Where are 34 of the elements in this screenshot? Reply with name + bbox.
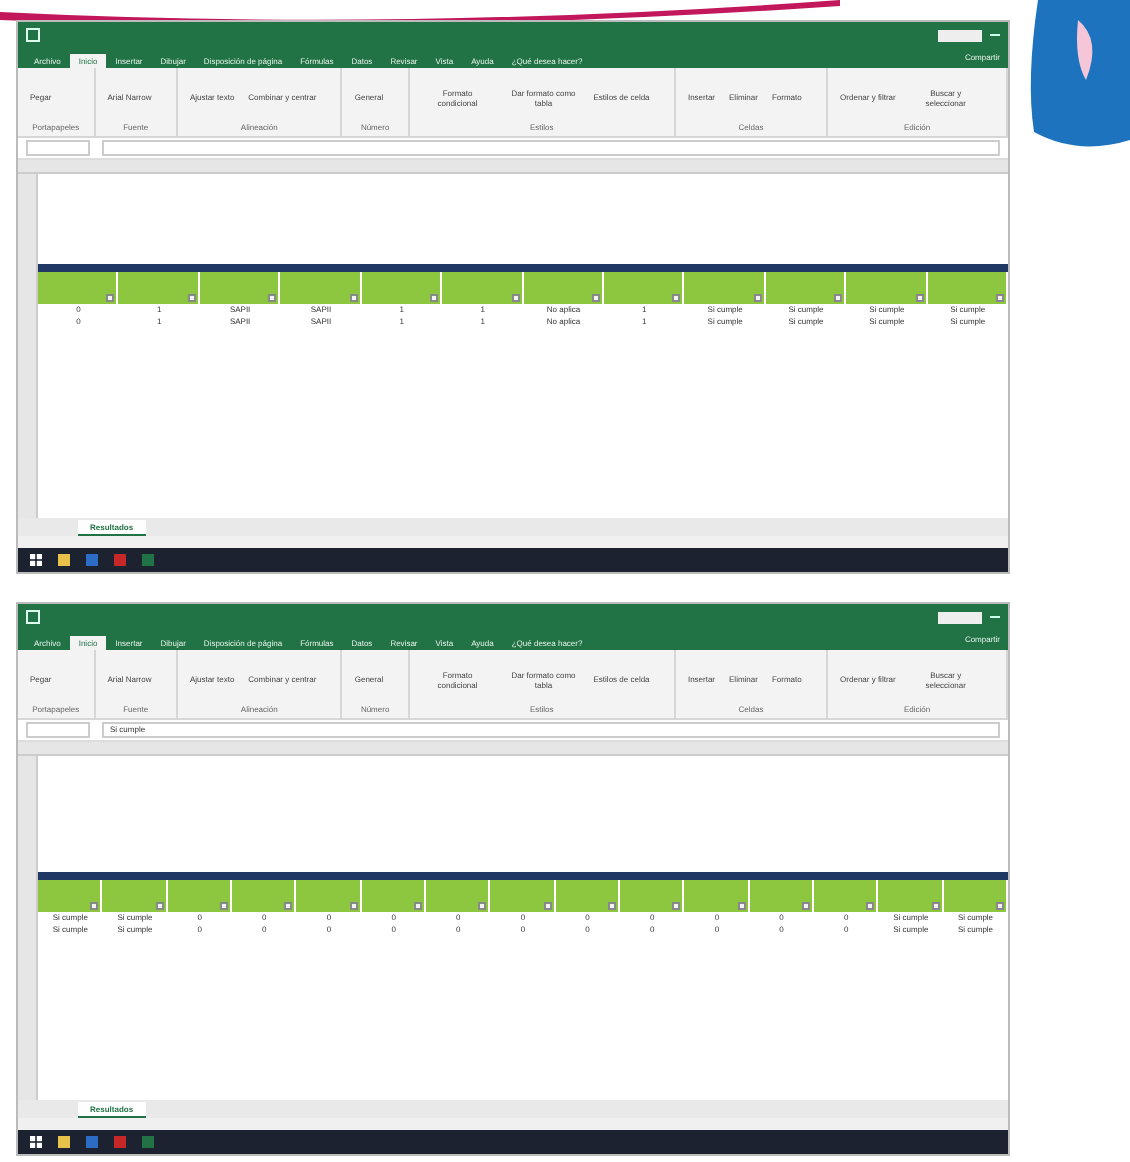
filter-icon[interactable] <box>511 294 520 302</box>
filter-icon[interactable] <box>996 294 1005 302</box>
filter-icon[interactable] <box>284 902 293 910</box>
filter-icon[interactable] <box>915 294 924 302</box>
filter-icon[interactable] <box>106 294 115 302</box>
windows-icon[interactable] <box>30 554 42 566</box>
filter-icon[interactable] <box>607 902 616 910</box>
formula-field[interactable] <box>102 140 1000 156</box>
filter-icon[interactable] <box>801 902 810 910</box>
filter-icon[interactable] <box>478 902 487 910</box>
filter-icon[interactable] <box>931 902 940 910</box>
filter-icon[interactable] <box>591 294 600 302</box>
filter-icon[interactable] <box>737 902 746 910</box>
filter-icon[interactable] <box>268 294 277 302</box>
filter-icon[interactable] <box>543 902 552 910</box>
filter-icon[interactable] <box>672 294 681 302</box>
filter-icon[interactable] <box>995 902 1004 910</box>
filter-icon[interactable] <box>219 902 228 910</box>
sign-in-box[interactable] <box>938 29 982 41</box>
filter-icon[interactable] <box>866 902 875 910</box>
filter-icon[interactable] <box>430 294 439 302</box>
filter-icon[interactable] <box>753 294 762 302</box>
filter-icon[interactable] <box>155 902 164 910</box>
filter-icon[interactable] <box>90 902 99 910</box>
filter-icon[interactable] <box>349 902 358 910</box>
filter-icon[interactable] <box>834 294 843 302</box>
sign-in-box[interactable] <box>938 611 982 623</box>
save-icon[interactable] <box>26 28 40 42</box>
filter-icon[interactable] <box>413 902 422 910</box>
filter-icon[interactable] <box>672 902 681 910</box>
filter-icon[interactable] <box>349 294 358 302</box>
windows-icon[interactable] <box>30 1136 42 1148</box>
filter-icon[interactable] <box>187 294 196 302</box>
save-icon[interactable] <box>26 610 40 624</box>
